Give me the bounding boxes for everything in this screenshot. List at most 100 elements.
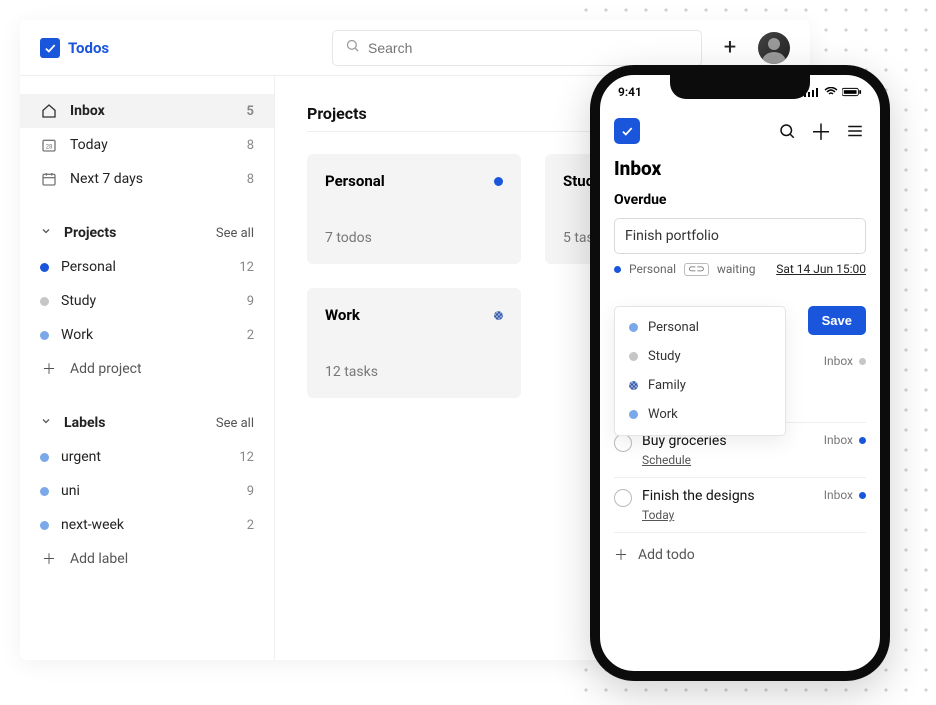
sidebar-item-label: Personal — [61, 259, 227, 275]
add-todo-button[interactable]: ＋ Add todo — [614, 532, 866, 577]
sidebar-item-label: Work — [61, 327, 235, 343]
add-project-button[interactable]: ＋ Add project — [20, 352, 274, 386]
sidebar-project-study[interactable]: Study 9 — [20, 284, 274, 318]
dropdown-item-study[interactable]: Study — [615, 342, 785, 371]
dropdown-item-family[interactable]: Family — [615, 371, 785, 400]
task-input[interactable]: Finish portfolio — [614, 218, 866, 254]
meta-project-dot-icon — [614, 266, 621, 273]
sidebar-item-count: 2 — [247, 518, 254, 533]
project-card-work[interactable]: Work 12 tasks — [307, 288, 521, 398]
dropdown-item-label: Personal — [648, 320, 699, 335]
dropdown-item-label: Family — [648, 378, 686, 393]
sidebar-label-next-week[interactable]: next-week 2 — [20, 508, 274, 542]
calendar-week-icon — [40, 170, 58, 188]
dropdown-item-personal[interactable]: Personal — [615, 313, 785, 342]
project-dot-icon — [40, 331, 49, 340]
sidebar-project-personal[interactable]: Personal 12 — [20, 250, 274, 284]
dot-icon — [859, 358, 866, 365]
logo-mark-icon[interactable] — [614, 118, 640, 144]
see-all-link[interactable]: See all — [216, 226, 254, 241]
label-dot-icon — [40, 521, 49, 530]
avatar[interactable] — [758, 32, 790, 64]
wifi-icon — [824, 87, 838, 97]
chevron-down-icon — [40, 415, 52, 431]
add-button[interactable]: + — [714, 32, 746, 64]
dot-icon — [629, 381, 638, 390]
sidebar-section-title: Labels — [64, 415, 204, 431]
calendar-today-icon: 28 — [40, 136, 58, 154]
todo-badge-label: Inbox — [824, 488, 853, 502]
project-dot-icon — [494, 177, 503, 186]
card-subtitle: 7 todos — [325, 230, 503, 246]
project-dot-icon — [40, 297, 49, 306]
sidebar-header-projects[interactable]: Projects See all — [20, 216, 274, 250]
label-dot-icon — [40, 487, 49, 496]
sidebar-item-label: Inbox — [70, 103, 235, 119]
sidebar-section-title: Projects — [64, 225, 204, 241]
todo-title: Finish the designs — [642, 488, 814, 504]
menu-icon[interactable] — [844, 120, 866, 142]
overdue-section-label: Overdue — [614, 192, 866, 208]
meta-project-label[interactable]: Personal — [629, 262, 676, 276]
dot-icon — [629, 323, 638, 332]
sidebar-item-count: 12 — [239, 260, 254, 275]
sidebar-item-count: 2 — [247, 328, 254, 343]
dropdown-wrap: Personal Study Family Work Save Inbox — [614, 282, 866, 392]
dropdown-item-work[interactable]: Work — [615, 400, 785, 429]
app-logo[interactable]: Todos — [40, 38, 109, 58]
todo-item[interactable]: Finish the designs Today Inbox — [614, 477, 866, 532]
todo-schedule-link[interactable]: Schedule — [642, 453, 814, 467]
plus-icon[interactable]: ＋ — [810, 120, 832, 142]
battery-icon — [842, 87, 862, 97]
todo-schedule-link[interactable]: Today — [642, 508, 814, 522]
sidebar-item-label: urgent — [61, 449, 227, 465]
save-button[interactable]: Save — [808, 306, 866, 335]
sidebar-item-next7[interactable]: Next 7 days 8 — [20, 162, 274, 196]
sidebar-item-inbox[interactable]: Inbox 5 — [20, 94, 274, 128]
sidebar-item-count: 9 — [247, 484, 254, 499]
sidebar: Inbox 5 28 Today 8 Next 7 days 8 — [20, 76, 275, 660]
phone-mockup: 9:41 ＋ Inbox Overdue Finish portfolio Pe… — [590, 65, 890, 681]
sidebar-item-today[interactable]: 28 Today 8 — [20, 128, 274, 162]
task-meta-row: Personal ⊂⊃ waiting Sat 14 Jun 15:00 — [614, 262, 866, 276]
sidebar-item-count: 9 — [247, 294, 254, 309]
sidebar-label-uni[interactable]: uni 9 — [20, 474, 274, 508]
todo-checkbox[interactable] — [614, 434, 632, 452]
project-dot-icon — [40, 263, 49, 272]
sidebar-item-count: 8 — [247, 172, 254, 187]
phone-header: ＋ — [600, 109, 880, 153]
sidebar-project-work[interactable]: Work 2 — [20, 318, 274, 352]
add-label-label: Add label — [70, 551, 128, 567]
search-icon[interactable] — [776, 120, 798, 142]
status-icons — [804, 87, 862, 97]
search-input[interactable] — [368, 40, 689, 56]
meta-tag-label[interactable]: waiting — [717, 262, 756, 276]
sidebar-item-count: 8 — [247, 138, 254, 153]
sidebar-item-label: Study — [61, 293, 235, 309]
sidebar-item-label: next-week — [61, 517, 235, 533]
dot-icon — [859, 437, 866, 444]
inbox-badge: Inbox — [824, 354, 853, 368]
project-card-personal[interactable]: Personal 7 todos — [307, 154, 521, 264]
sidebar-label-urgent[interactable]: urgent 12 — [20, 440, 274, 474]
logo-mark-icon — [40, 38, 60, 58]
todo-checkbox[interactable] — [614, 489, 632, 507]
search-field[interactable] — [332, 30, 702, 66]
meta-date[interactable]: Sat 14 Jun 15:00 — [776, 262, 866, 276]
phone-content: Inbox Overdue Finish portfolio Personal … — [600, 153, 880, 591]
plus-icon: ＋ — [614, 545, 628, 565]
plus-icon: + — [724, 35, 736, 60]
see-all-link[interactable]: See all — [216, 416, 254, 431]
dot-icon — [859, 492, 866, 499]
svg-text:28: 28 — [46, 143, 53, 150]
sidebar-header-labels[interactable]: Labels See all — [20, 406, 274, 440]
todo-badge-label: Inbox — [824, 433, 853, 447]
add-label-button[interactable]: ＋ Add label — [20, 542, 274, 576]
app-name: Todos — [68, 39, 109, 57]
plus-icon: ＋ — [40, 360, 58, 378]
status-time: 9:41 — [618, 85, 642, 99]
project-dropdown: Personal Study Family Work — [614, 306, 786, 436]
dot-icon — [629, 352, 638, 361]
mobile-page-title: Inbox — [614, 157, 866, 180]
label-dot-icon — [40, 453, 49, 462]
